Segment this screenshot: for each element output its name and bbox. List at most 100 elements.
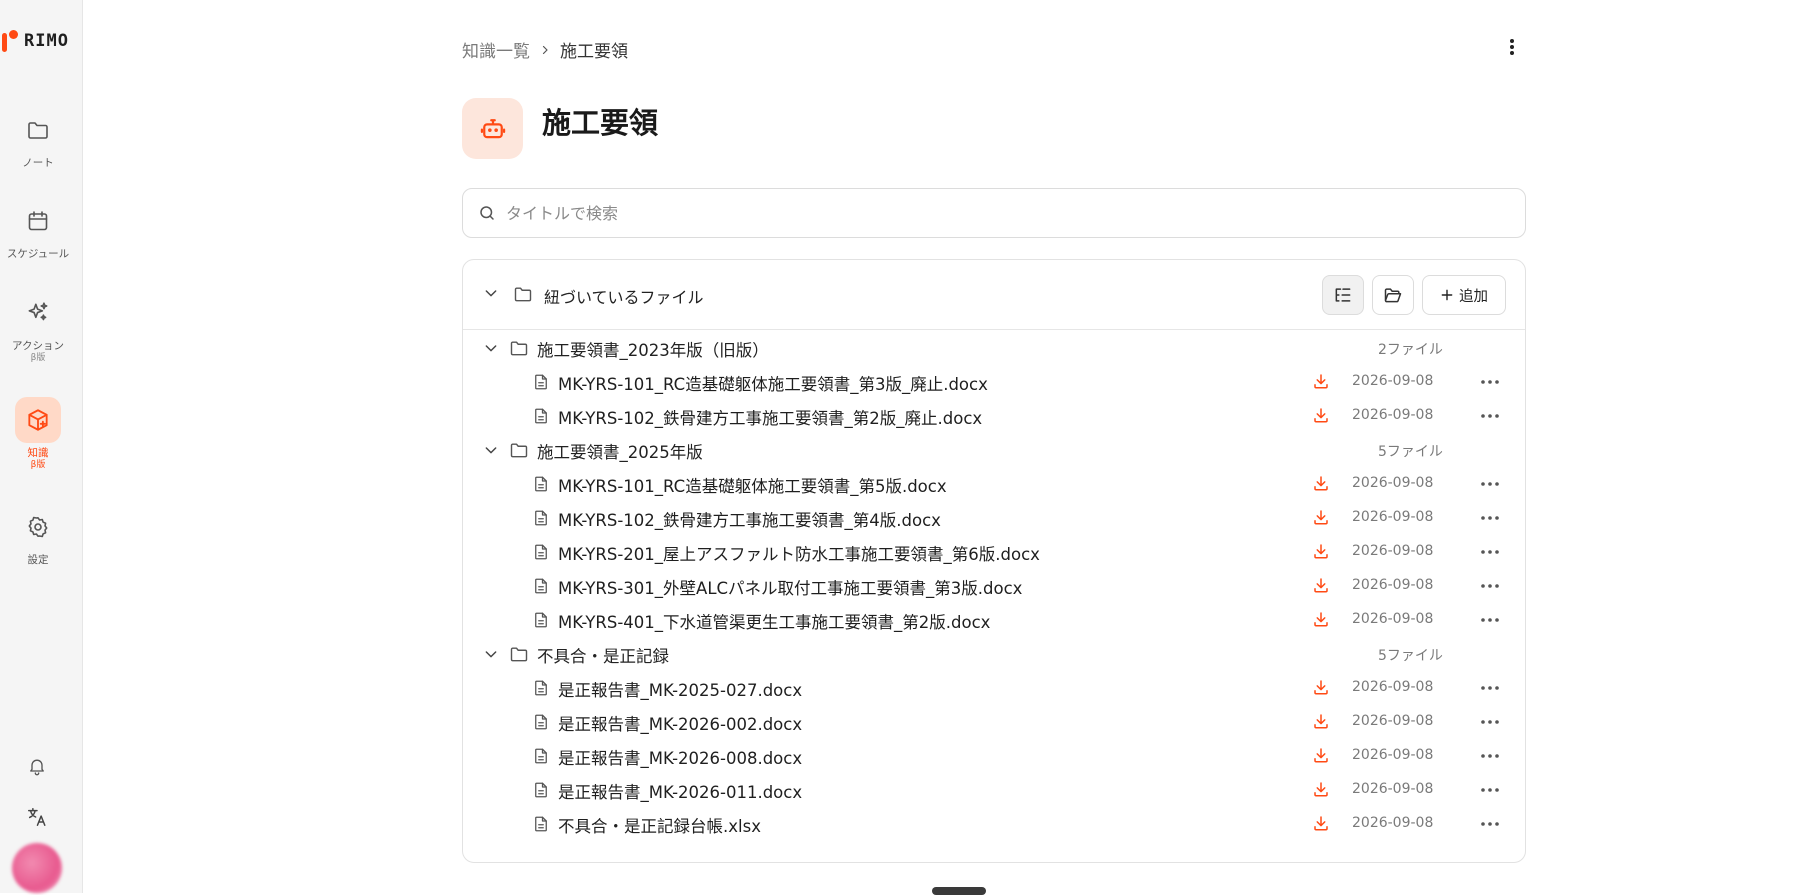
- search-box[interactable]: [462, 188, 1526, 238]
- more-horizontal-icon[interactable]: [1478, 508, 1502, 528]
- file-row[interactable]: MK-YRS-301_外壁ALCパネル取付工事施工要領書_第3版.docx 202…: [463, 569, 1525, 603]
- translate-icon[interactable]: [23, 803, 51, 831]
- folder-open-icon: [1383, 285, 1403, 305]
- file-name[interactable]: 是正報告書_MK-2025-027.docx: [558, 677, 802, 701]
- chevron-down-icon[interactable]: [483, 340, 499, 360]
- tree-view-button[interactable]: [1322, 275, 1364, 315]
- file-row[interactable]: MK-YRS-101_RC造基礎躯体施工要領書_第3版_廃止.docx 2026-…: [463, 365, 1525, 399]
- file-row[interactable]: 不具合・是正記録台帳.xlsx 2026-09-08: [463, 807, 1525, 841]
- sidebar-item-knowledge[interactable]: 知識 β版: [0, 397, 76, 470]
- file-name[interactable]: MK-YRS-101_RC造基礎躯体施工要領書_第3版_廃止.docx: [558, 371, 988, 395]
- add-button-label: 追加: [1459, 288, 1488, 305]
- file-doc-icon: [532, 780, 550, 804]
- more-horizontal-icon[interactable]: [1478, 712, 1502, 732]
- file-name[interactable]: 是正報告書_MK-2026-002.docx: [558, 711, 802, 735]
- more-horizontal-icon[interactable]: [1478, 780, 1502, 800]
- download-icon[interactable]: [1312, 610, 1330, 632]
- folder-icon: [513, 284, 533, 308]
- file-date: 2026-09-08: [1352, 373, 1434, 389]
- file-name[interactable]: 是正報告書_MK-2026-008.docx: [558, 745, 802, 769]
- file-name[interactable]: MK-YRS-101_RC造基礎躯体施工要領書_第5版.docx: [558, 473, 947, 497]
- file-doc-icon: [532, 372, 550, 396]
- more-horizontal-icon[interactable]: [1478, 610, 1502, 630]
- download-icon[interactable]: [1312, 746, 1330, 768]
- download-icon[interactable]: [1312, 474, 1330, 496]
- download-icon[interactable]: [1312, 406, 1330, 428]
- beta-badge: β版: [30, 353, 46, 363]
- file-row[interactable]: 是正報告書_MK-2025-027.docx 2026-09-08: [463, 671, 1525, 705]
- file-name[interactable]: 不具合・是正記録台帳.xlsx: [558, 813, 761, 837]
- chevron-down-icon[interactable]: [483, 646, 499, 666]
- breadcrumb-current: 施工要領: [560, 42, 628, 62]
- search-input[interactable]: [506, 203, 1406, 223]
- file-name[interactable]: MK-YRS-102_鉄骨建方工事施工要領書_第2版_廃止.docx: [558, 405, 982, 429]
- beta-badge: β版: [30, 460, 46, 470]
- download-icon[interactable]: [1312, 508, 1330, 530]
- download-icon[interactable]: [1312, 678, 1330, 700]
- file-name[interactable]: MK-YRS-201_屋上アスファルト防水工事施工要領書_第6版.docx: [558, 541, 1040, 565]
- more-horizontal-icon[interactable]: [1478, 746, 1502, 766]
- sidebar-item-action[interactable]: アクション β版: [0, 290, 76, 363]
- folder-name: 不具合・是正記録: [537, 647, 669, 666]
- download-icon[interactable]: [1312, 780, 1330, 802]
- more-horizontal-icon[interactable]: [1478, 372, 1502, 392]
- linked-files-panel: 紐づいているファイル 追加 施工要領書_2023年版（旧版） 2ファイル MK-YR…: [462, 259, 1526, 863]
- logo-mark-icon: [2, 29, 20, 53]
- file-row[interactable]: 是正報告書_MK-2026-002.docx 2026-09-08: [463, 705, 1525, 739]
- file-name[interactable]: MK-YRS-301_外壁ALCパネル取付工事施工要領書_第3版.docx: [558, 575, 1022, 599]
- more-horizontal-icon[interactable]: [1478, 678, 1502, 698]
- file-row[interactable]: MK-YRS-401_下水道管渠更生工事施工要領書_第2版.docx 2026-0…: [463, 603, 1525, 637]
- file-name[interactable]: MK-YRS-401_下水道管渠更生工事施工要領書_第2版.docx: [558, 609, 990, 633]
- bell-icon[interactable]: [23, 752, 51, 780]
- file-row[interactable]: MK-YRS-102_鉄骨建方工事施工要領書_第2版_廃止.docx 2026-0…: [463, 399, 1525, 433]
- file-date: 2026-09-08: [1352, 781, 1434, 797]
- more-horizontal-icon[interactable]: [1478, 576, 1502, 596]
- scroll-handle[interactable]: [932, 887, 986, 895]
- folder-group-row[interactable]: 施工要領書_2025年版 5ファイル: [463, 433, 1525, 467]
- file-doc-icon: [532, 610, 550, 634]
- sidebar-item-label: 知識: [27, 447, 49, 459]
- file-row[interactable]: MK-YRS-201_屋上アスファルト防水工事施工要領書_第6版.docx 202…: [463, 535, 1525, 569]
- more-horizontal-icon[interactable]: [1478, 474, 1502, 494]
- file-count: 2ファイル: [1378, 342, 1443, 358]
- file-doc-icon: [532, 406, 550, 430]
- file-row[interactable]: MK-YRS-102_鉄骨建方工事施工要領書_第4版.docx 2026-09-0…: [463, 501, 1525, 535]
- file-row[interactable]: 是正報告書_MK-2026-011.docx 2026-09-08: [463, 773, 1525, 807]
- file-doc-icon: [532, 542, 550, 566]
- chevron-down-icon[interactable]: [483, 442, 499, 462]
- logo[interactable]: RIMO: [2, 29, 69, 53]
- panel-title: 紐づいているファイル: [544, 288, 704, 307]
- sidebar-item-settings[interactable]: 設定: [0, 504, 76, 567]
- file-count: 5ファイル: [1378, 648, 1443, 664]
- file-row[interactable]: 是正報告書_MK-2026-008.docx 2026-09-08: [463, 739, 1525, 773]
- panel-header: 紐づいているファイル 追加: [463, 260, 1525, 330]
- file-doc-icon: [532, 508, 550, 532]
- knowledge-box-icon: [15, 397, 61, 443]
- more-horizontal-icon[interactable]: [1478, 542, 1502, 562]
- more-options-icon[interactable]: [1500, 34, 1524, 60]
- sidebar-item-schedule[interactable]: スケジュール: [0, 198, 76, 261]
- download-icon[interactable]: [1312, 542, 1330, 564]
- breadcrumb-link-knowledge-list[interactable]: 知識一覧: [462, 37, 530, 62]
- sidebar-item-note[interactable]: ノート: [0, 107, 76, 170]
- file-row[interactable]: MK-YRS-101_RC造基礎躯体施工要領書_第5版.docx 2026-09-…: [463, 467, 1525, 501]
- download-icon[interactable]: [1312, 712, 1330, 734]
- file-name[interactable]: MK-YRS-102_鉄骨建方工事施工要領書_第4版.docx: [558, 507, 941, 531]
- download-icon[interactable]: [1312, 576, 1330, 598]
- file-doc-icon: [532, 576, 550, 600]
- file-name[interactable]: 是正報告書_MK-2026-011.docx: [558, 779, 802, 803]
- folder-icon: [15, 107, 61, 153]
- file-doc-icon: [532, 474, 550, 498]
- more-horizontal-icon[interactable]: [1478, 814, 1502, 834]
- download-icon[interactable]: [1312, 372, 1330, 394]
- sidebar-item-label: アクション: [12, 340, 64, 352]
- file-date: 2026-09-08: [1352, 713, 1434, 729]
- folder-group-row[interactable]: 不具合・是正記録 5ファイル: [463, 637, 1525, 671]
- more-horizontal-icon[interactable]: [1478, 406, 1502, 426]
- avatar[interactable]: [12, 843, 62, 893]
- add-button[interactable]: 追加: [1422, 275, 1506, 315]
- folder-group-row[interactable]: 施工要領書_2023年版（旧版） 2ファイル: [463, 331, 1525, 365]
- folder-view-button[interactable]: [1372, 275, 1414, 315]
- download-icon[interactable]: [1312, 814, 1330, 836]
- chevron-down-icon[interactable]: [483, 285, 499, 305]
